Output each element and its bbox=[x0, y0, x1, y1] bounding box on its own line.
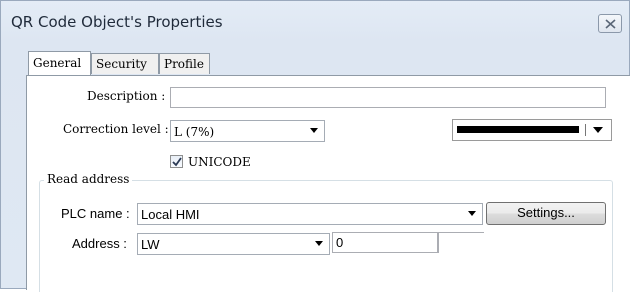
color-picker[interactable] bbox=[452, 119, 612, 141]
address-extra-field[interactable] bbox=[438, 232, 484, 253]
correction-level-label: Correction level : bbox=[63, 122, 169, 136]
description-field[interactable] bbox=[170, 87, 606, 108]
unicode-checkbox[interactable] bbox=[170, 155, 183, 168]
plc-name-label: PLC name : bbox=[61, 206, 130, 221]
divider bbox=[585, 124, 586, 136]
dialog-title: QR Code Object's Properties bbox=[11, 13, 223, 31]
color-swatch bbox=[457, 126, 579, 133]
unicode-label: UNICODE bbox=[188, 155, 251, 169]
checkmark-icon bbox=[172, 157, 182, 167]
device-type-value: LW bbox=[141, 237, 160, 252]
close-icon bbox=[605, 19, 616, 29]
address-label: Address : bbox=[72, 236, 127, 251]
address-field[interactable] bbox=[332, 232, 438, 253]
description-label: Description : bbox=[87, 89, 166, 103]
chevron-down-icon bbox=[593, 127, 603, 133]
close-button[interactable] bbox=[598, 14, 622, 33]
chevron-down-icon bbox=[315, 241, 323, 246]
chevron-down-icon bbox=[310, 128, 318, 133]
device-type-select[interactable]: LW bbox=[137, 233, 330, 255]
title-bar: QR Code Object's Properties bbox=[1, 1, 629, 41]
plc-name-select[interactable]: Local HMI bbox=[137, 203, 483, 225]
settings-button[interactable]: Settings... bbox=[486, 202, 606, 225]
tab-general[interactable]: General bbox=[28, 51, 91, 75]
read-address-title: Read address bbox=[44, 172, 133, 186]
chevron-down-icon bbox=[468, 211, 476, 216]
correction-level-select[interactable]: L (7%) bbox=[170, 120, 325, 142]
tab-profile[interactable]: Profile bbox=[159, 53, 210, 74]
properties-dialog: QR Code Object's Properties General Secu… bbox=[0, 0, 630, 292]
correction-level-value: L (7%) bbox=[174, 125, 215, 139]
plc-name-value: Local HMI bbox=[141, 207, 200, 222]
tab-security[interactable]: Security bbox=[91, 53, 159, 74]
